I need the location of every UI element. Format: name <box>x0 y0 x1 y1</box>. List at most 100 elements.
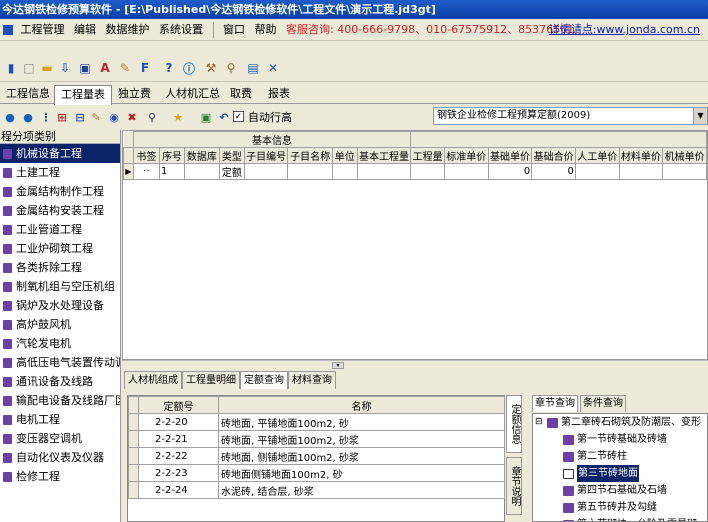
menu-item-project[interactable]: 工程管理 <box>18 19 68 41</box>
column-header[interactable]: 基础合价 <box>531 147 576 164</box>
cell-standard-price[interactable] <box>444 163 489 180</box>
category-item[interactable]: 工业炉砌筑工程 <box>0 239 120 258</box>
menu-item-settings[interactable]: 系统设置 <box>156 19 206 41</box>
column-header[interactable]: 基本工程量 <box>356 147 412 164</box>
column-header[interactable]: 书签 <box>132 147 160 164</box>
new-icon[interactable]: □ <box>20 59 38 77</box>
menu-item-edit[interactable]: 编辑 <box>71 19 99 41</box>
column-header[interactable]: 工程量 <box>410 147 445 164</box>
column-header[interactable]: 材料单价 <box>618 147 664 164</box>
tab-fee[interactable]: 取费 <box>224 85 258 104</box>
move-down-icon[interactable]: ● <box>2 109 18 125</box>
cell-quantity[interactable] <box>410 163 445 180</box>
tab-independent-fee[interactable]: 独立费 <box>112 85 157 104</box>
cell-type[interactable]: 定额 <box>218 163 245 180</box>
search-icon[interactable]: ⚲ <box>222 59 240 77</box>
column-header[interactable]: 序号 <box>158 147 185 164</box>
column-header[interactable]: 标准单价 <box>444 147 489 164</box>
column-header[interactable]: 机械单价 <box>662 147 707 164</box>
insert-child-icon[interactable]: ⊞ <box>54 109 70 125</box>
quota-row[interactable]: 2-2-20 砖地面, 平铺地面100m2, 砂 <box>128 413 505 431</box>
cell-item-name[interactable] <box>287 163 333 180</box>
column-header[interactable]: 人工单价 <box>574 147 620 164</box>
cell-item-code[interactable] <box>243 163 289 180</box>
calculator-icon[interactable]: ▤ <box>244 59 262 77</box>
cell-base-price[interactable]: 0 <box>487 163 533 180</box>
tree-node[interactable]: 第六节砌块、台阶及零星砌 <box>533 516 707 521</box>
tool-icon[interactable]: ⚒ <box>202 59 220 77</box>
tree-node[interactable]: 第一节砖基础及砖墙 <box>533 431 707 448</box>
category-item[interactable]: 变压器空调机 <box>0 429 120 448</box>
quota-row[interactable]: 2-2-23 砖地面侧铺地面100m2, 砂 <box>128 464 505 482</box>
tab-chapter-query[interactable]: 章节查询 <box>532 395 578 412</box>
import-icon[interactable]: ⇩ <box>56 59 74 77</box>
tree-node[interactable]: 第四节石基础及石墙 <box>533 482 707 499</box>
category-item[interactable]: 汽轮发电机 <box>0 334 120 353</box>
toolbar-collapse-icon[interactable]: ▮ <box>2 59 20 77</box>
tab-condition-query[interactable]: 条件查询 <box>580 395 626 412</box>
pdf-icon[interactable]: A <box>96 59 114 77</box>
menu-item-window[interactable]: 窗口 <box>220 19 248 41</box>
move-up-icon[interactable]: ● <box>20 109 36 125</box>
open-icon[interactable]: ▬ <box>38 59 56 77</box>
category-item[interactable]: 输配电设备及线路厂区 <box>0 391 120 410</box>
tab-labor-material-composition[interactable]: 人材机组成 <box>124 371 182 389</box>
category-item[interactable]: 机械设备工程 <box>0 144 120 163</box>
category-item[interactable]: 金属结构安装工程 <box>0 201 120 220</box>
tab-report[interactable]: 报表 <box>262 85 296 104</box>
category-item[interactable]: 锅炉及水处理设备 <box>0 296 120 315</box>
category-item[interactable]: 高炉鼓风机 <box>0 315 120 334</box>
tab-quantity-detail[interactable]: 工程量明细 <box>182 371 240 389</box>
tab-material-query[interactable]: 材料查询 <box>288 371 336 389</box>
tab-quota-info[interactable]: 定额信息 <box>506 395 522 453</box>
website-link[interactable]: 详情请点:www.jonda.com.cn <box>549 19 700 41</box>
find-icon[interactable]: ⚲ <box>144 109 160 125</box>
cell-labor-price[interactable] <box>574 163 620 180</box>
tree-node[interactable]: 第五节砖井及勾缝 <box>533 499 707 516</box>
quota-row[interactable]: 2-2-22 砖地面, 侧铺地面100m2, 砂浆 <box>128 447 505 465</box>
tab-project-info[interactable]: 工程信息 <box>0 85 56 104</box>
cell-seq[interactable]: 1 <box>158 163 185 180</box>
category-item[interactable]: 工业管道工程 <box>0 220 120 239</box>
column-header[interactable]: 子目名称 <box>287 147 333 164</box>
cell-unit[interactable] <box>331 163 358 180</box>
insert-row-icon[interactable]: ⋮ <box>38 109 54 125</box>
column-header[interactable]: 子目编号 <box>243 147 289 164</box>
category-item[interactable]: 高低压电气装置传动调试 <box>0 353 120 372</box>
category-item[interactable]: 检修工程 <box>0 467 120 486</box>
category-item[interactable]: 金属结构制作工程 <box>0 182 120 201</box>
quota-row[interactable]: 2-2-21 砖地面, 平铺地面100m2, 砂浆 <box>128 430 505 448</box>
edit-icon[interactable]: ✎ <box>116 59 134 77</box>
tab-quota-query[interactable]: 定额查询 <box>240 371 288 389</box>
edit-row-icon[interactable]: ✎ <box>88 109 104 125</box>
delete-icon[interactable]: ✖ <box>124 109 140 125</box>
cell-machine-price[interactable] <box>662 163 707 180</box>
column-header[interactable]: 单位 <box>331 147 358 164</box>
f-icon[interactable]: F <box>136 59 154 77</box>
tree-node[interactable]: 第三节砖地面 <box>533 465 707 482</box>
save-icon[interactable]: ▣ <box>76 59 94 77</box>
category-item[interactable]: 电机工程 <box>0 410 120 429</box>
cell-material-price[interactable] <box>618 163 664 180</box>
category-item[interactable]: 通讯设备及线路 <box>0 372 120 391</box>
collapse-icon[interactable]: ⊟ <box>535 414 543 431</box>
quota-library-select[interactable]: 钢铁企业检修工程预算定额(2009) ▼ <box>433 107 708 125</box>
cell-base-total[interactable]: 0 <box>531 163 576 180</box>
quota-row[interactable]: 2-2-24 水泥砖, 结合层, 砂浆 <box>128 481 505 499</box>
column-header[interactable]: 基础单价 <box>487 147 533 164</box>
auto-row-height-checkbox[interactable]: ✓ <box>233 111 244 122</box>
cell-database[interactable] <box>183 163 220 180</box>
menu-item-data[interactable]: 数据维护 <box>103 19 153 41</box>
cell-bookmark[interactable]: ·· <box>132 163 160 180</box>
help-icon[interactable]: ? <box>160 59 178 77</box>
splitter-handle-icon[interactable]: ▾ <box>332 362 344 369</box>
category-item[interactable]: 自动化仪表及仪器 <box>0 448 120 467</box>
category-item[interactable]: 制氧机组与空压机组 <box>0 277 120 296</box>
column-header[interactable]: 数据库 <box>183 147 220 164</box>
globe-icon[interactable]: ◉ <box>106 109 122 125</box>
tab-quantity-table[interactable]: 工程量表 <box>54 85 112 105</box>
column-header[interactable]: 类型 <box>218 147 245 164</box>
tab-chapter-notes[interactable]: 章节说明 <box>506 457 522 515</box>
category-item[interactable]: 各类拆除工程 <box>0 258 120 277</box>
undo-icon[interactable]: ↶ <box>216 109 232 125</box>
